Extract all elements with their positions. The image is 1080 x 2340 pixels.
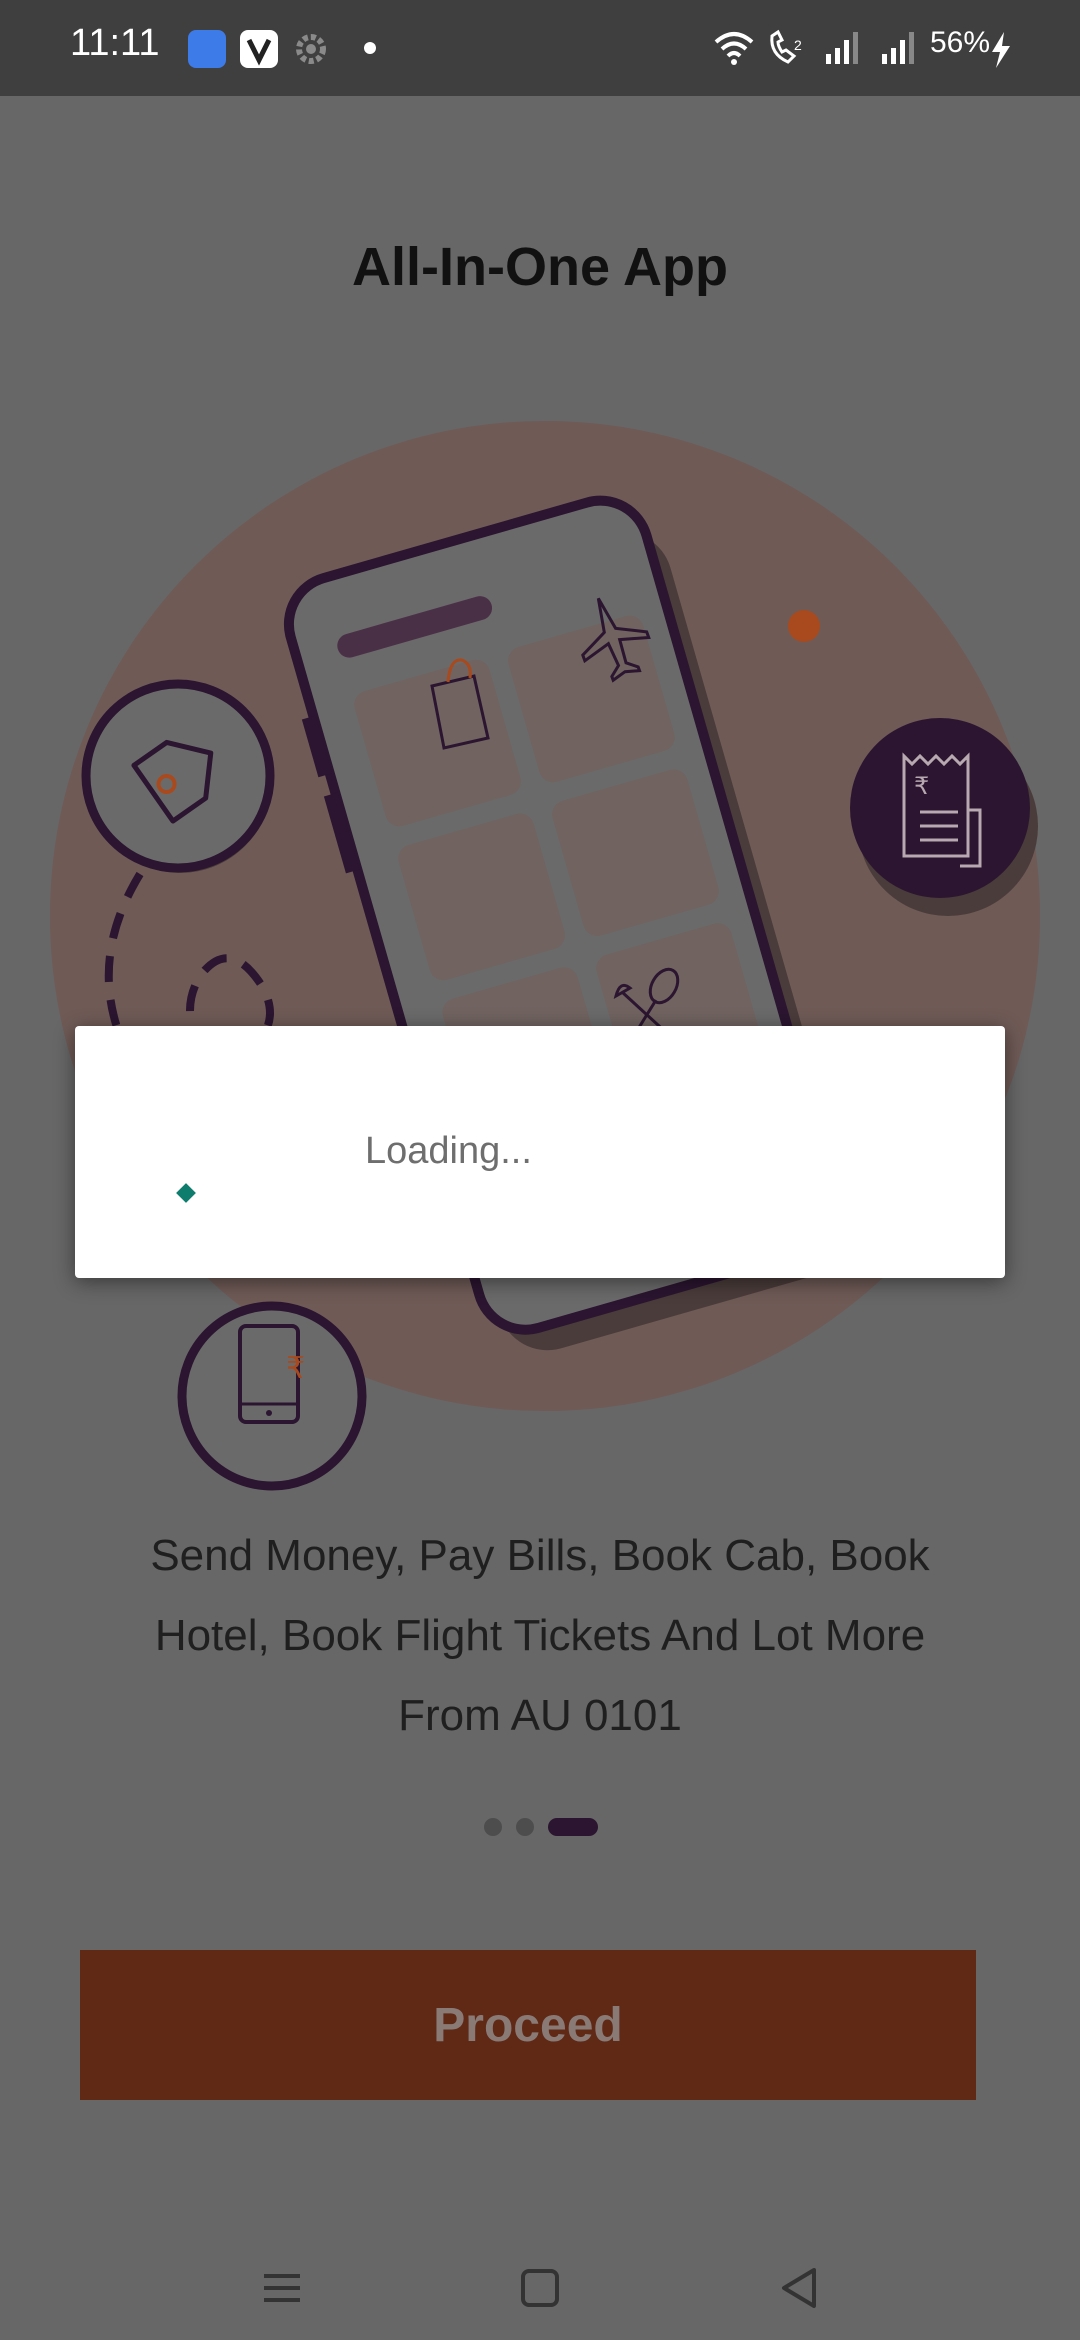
back-icon[interactable]: [770, 2258, 830, 2318]
carousel-dot-2[interactable]: [516, 1818, 534, 1836]
notification-dot-icon: [364, 42, 376, 54]
carousel-dot-3-active[interactable]: [548, 1818, 598, 1836]
navigation-bar: [0, 2236, 1080, 2340]
signal-sim1-icon: [826, 32, 858, 64]
onboarding-illustration: ₹ ₹: [50, 421, 1040, 1491]
loading-text: Loading...: [365, 1130, 532, 1172]
orange-dot: [788, 610, 820, 642]
signal-sim2-icon: [882, 32, 914, 64]
battery-percent: 56%: [930, 26, 991, 59]
phone-rupee-circle: [177, 1301, 367, 1491]
loading-dialog: Loading...: [75, 1026, 1005, 1278]
carousel-dot-1[interactable]: [484, 1818, 502, 1836]
status-bar: 11:11 2 56%: [0, 0, 1080, 96]
onboarding-description: Send Money, Pay Bills, Book Cab, Book Ho…: [150, 1531, 930, 1740]
home-icon[interactable]: [510, 2258, 570, 2318]
page-title: All-In-One App: [352, 237, 728, 297]
app-notification-icon: [188, 30, 226, 68]
price-tag-circle: [81, 679, 275, 873]
wifi-icon: [714, 32, 754, 65]
status-time: 11:11: [70, 22, 160, 64]
v-app-notification-icon: [240, 30, 278, 68]
settings-gear-icon: [296, 34, 326, 64]
recent-apps-icon[interactable]: [252, 2258, 312, 2318]
proceed-button[interactable]: Proceed: [80, 1950, 976, 2100]
svg-text:₹: ₹: [914, 772, 929, 800]
svg-text:₹: ₹: [286, 1351, 305, 1386]
volte-call-icon: 2: [770, 29, 802, 64]
receipt-circle: [850, 718, 1030, 898]
charging-bolt-icon: [992, 32, 1010, 68]
svg-text:2: 2: [794, 37, 802, 53]
loading-spinner-icon: [176, 1183, 196, 1203]
